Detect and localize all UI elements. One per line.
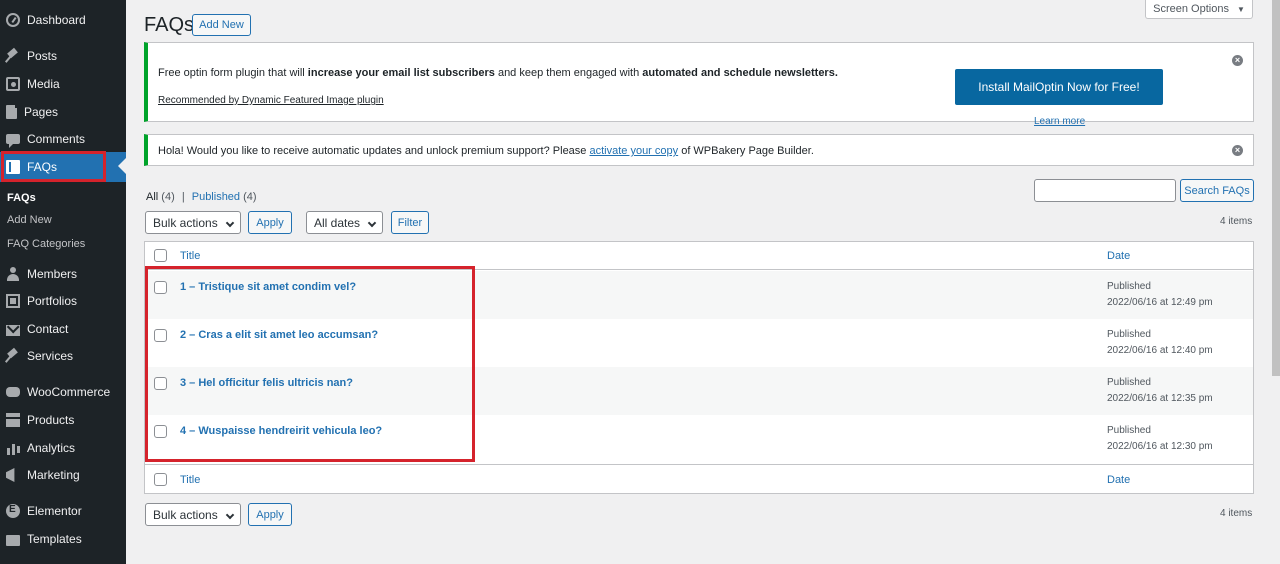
screen-options-button[interactable]: Screen Options ▼ [1145,0,1253,19]
install-mailoptin-button[interactable]: Install MailOptin Now for Free! [955,69,1163,105]
column-date[interactable]: Date [1107,474,1130,486]
chevron-down-icon [225,218,235,228]
learn-more-link[interactable]: Learn more [1034,116,1085,127]
column-date[interactable]: Date [1107,250,1130,262]
scrollbar[interactable] [1272,0,1280,376]
box-icon [6,413,20,427]
gauge-icon [6,13,20,27]
bulk-actions-select-bottom[interactable]: Bulk actions [145,503,241,526]
filter-published[interactable]: Published (4) [192,191,257,203]
sidebar-item-posts[interactable]: Posts [0,42,126,70]
wpbakery-notice: Hola! Would you like to receive automati… [144,134,1254,166]
activate-copy-link[interactable]: activate your copy [589,145,678,157]
column-title[interactable]: Title [180,474,200,486]
row-date: 2022/06/16 at 12:35 pm [1107,393,1213,404]
bar-chart-icon [6,441,20,455]
notice-message: Free optin form plugin that will increas… [158,67,838,79]
search-input[interactable] [1034,179,1176,202]
items-count-bottom: 4 items [1220,508,1253,519]
apply-button[interactable]: Apply [248,211,292,234]
row-status: Published [1107,425,1151,436]
table-footer: Title Date [145,464,1253,492]
highlight-box-faq-titles [145,266,475,462]
row-status: Published [1107,329,1151,340]
portfolio-icon [6,294,20,308]
filter-button[interactable]: Filter [391,211,429,234]
elementor-icon [6,504,20,518]
date-filter-select[interactable]: All dates [306,211,383,234]
megaphone-icon [6,468,15,482]
highlight-box-faqs-menu [1,151,106,182]
column-title[interactable]: Title [180,250,200,262]
submenu-item-faqs[interactable]: FAQs [7,192,36,204]
apply-button-bottom[interactable]: Apply [248,503,292,526]
chevron-down-icon [367,218,377,228]
sidebar-item-media[interactable]: Media [0,70,126,98]
row-date: 2022/06/16 at 12:40 pm [1107,345,1213,356]
submenu-item-add-new[interactable]: Add New [7,214,52,226]
chevron-down-icon [225,510,235,520]
close-icon[interactable]: × [1232,55,1243,66]
woocommerce-icon [6,387,20,397]
sidebar-item-elementor[interactable]: Elementor [0,497,126,525]
row-date: 2022/06/16 at 12:30 pm [1107,441,1213,452]
sidebar-item-templates[interactable]: Templates [0,525,126,553]
close-icon[interactable]: × [1232,145,1243,156]
bulk-actions-select[interactable]: Bulk actions [145,211,241,234]
sidebar-item-dashboard[interactable]: Dashboard [0,6,126,34]
sidebar-item-woocommerce[interactable]: WooCommerce [0,378,126,406]
pin-icon [6,49,20,63]
add-new-button[interactable]: Add New [192,14,251,36]
recommended-link[interactable]: Recommended by Dynamic Featured Image pl… [158,95,384,106]
filter-all[interactable]: All (4) [146,191,175,203]
mailoptin-notice: Free optin form plugin that will increas… [144,42,1254,127]
comment-icon [6,134,20,148]
mail-icon [6,324,20,336]
sidebar-item-contact[interactable]: Contact [0,315,126,343]
user-icon [6,267,20,281]
folder-icon [6,534,20,546]
sidebar-item-analytics[interactable]: Analytics [0,434,126,462]
admin-sidebar: Dashboard Posts Media Pages Comments FAQ… [0,0,126,564]
current-menu-arrow [118,158,126,174]
row-status: Published [1107,281,1151,292]
notice-message: Hola! Would you like to receive automati… [158,145,814,157]
page-title: FAQs [144,14,195,36]
pin-icon [6,349,20,363]
main-content: FAQs Add New Screen Options ▼ Free optin … [126,0,1280,564]
media-icon [6,77,20,91]
row-status: Published [1107,377,1151,388]
search-faqs-button[interactable]: Search FAQs [1180,179,1254,202]
sidebar-item-products[interactable]: Products [0,406,126,434]
sidebar-item-pages[interactable]: Pages [0,98,126,126]
sidebar-item-members[interactable]: Members [0,260,126,288]
sidebar-item-services[interactable]: Services [0,342,126,370]
sidebar-item-marketing[interactable]: Marketing [0,461,126,489]
status-filter-links: All (4) | Published (4) [146,191,257,203]
select-all-checkbox[interactable] [154,473,167,486]
row-date: 2022/06/16 at 12:49 pm [1107,297,1213,308]
select-all-checkbox[interactable] [154,249,167,262]
caret-down-icon: ▼ [1236,4,1245,14]
items-count-top: 4 items [1220,216,1253,227]
page-icon [6,104,19,119]
sidebar-item-portfolios[interactable]: Portfolios [0,287,126,315]
submenu-item-faq-categories[interactable]: FAQ Categories [7,238,85,250]
sidebar-item-comments[interactable]: Comments [0,125,126,153]
